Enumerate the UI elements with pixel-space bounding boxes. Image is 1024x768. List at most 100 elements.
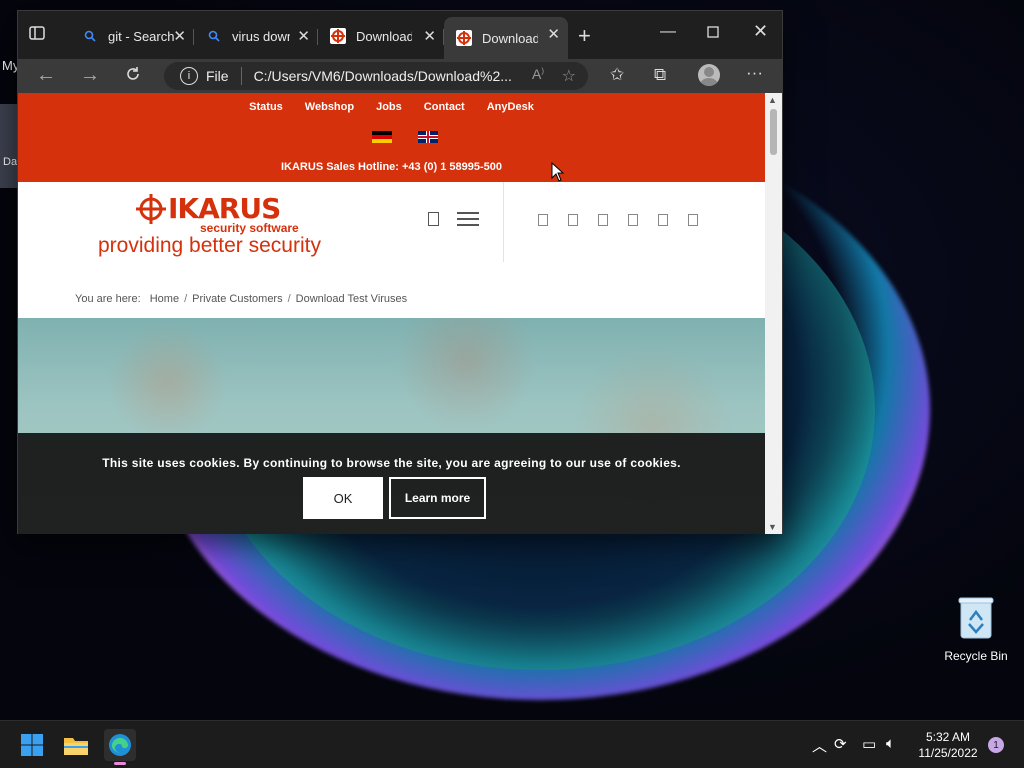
close-icon[interactable]: ✕ [423,27,436,45]
sales-hotline: IKARUS Sales Hotline: +43 (0) 1 58995-50… [280,161,502,173]
social-icon[interactable] [568,214,578,226]
clock-date: 11/25/2022 [918,746,978,760]
page-viewport: Status Webshop Jobs Contact AnyDesk IKAR… [18,93,765,534]
header-divider [503,182,504,262]
site-header: IKARUS security software providing bette… [18,182,765,262]
system-clock[interactable]: 5:32 AM 11/25/2022 [916,729,980,761]
desktop-icon-tile-label: Da [3,156,18,168]
nav-anydesk[interactable]: AnyDesk [487,101,534,113]
search-toggle-icon[interactable] [428,212,439,226]
network-icon[interactable]: ▭ [862,735,876,753]
social-icon[interactable] [658,214,668,226]
nav-contact[interactable]: Contact [424,101,465,113]
tab-virus-download[interactable]: virus download ✕ [194,19,318,53]
nav-jobs[interactable]: Jobs [376,101,402,113]
back-icon[interactable]: ← [36,64,56,87]
cookie-learn-more-button[interactable]: Learn more [389,477,486,519]
show-hidden-icons-icon[interactable]: ︿ [812,735,827,756]
minimize-icon[interactable]: — [660,23,676,41]
breadcrumb: You are here: Home / Private Customers / Dow… [75,293,408,305]
breadcrumb-label: You are here: [75,293,141,305]
info-icon[interactable]: i [180,67,198,85]
address-bar[interactable]: i File C:/Users/VM6/Downloads/Download%2… [164,62,588,90]
close-icon[interactable]: ✕ [547,25,560,43]
header-menu-icons [428,212,479,226]
tab-label: Download Test [356,28,412,44]
windows-logo-icon [21,734,43,756]
social-icon[interactable] [538,214,548,226]
cookie-message: This site uses cookies. By continuing to… [102,456,681,470]
address-scheme: File [206,68,229,84]
breadcrumb-home[interactable]: Home [150,293,179,305]
collections-icon[interactable]: ⧉ [654,65,666,85]
social-icons [538,214,698,226]
forward-icon[interactable]: → [80,64,100,87]
sync-status-icon[interactable]: ⟳ [834,735,847,753]
read-aloud-icon[interactable]: A) [532,66,544,82]
more-options-icon[interactable]: ··· [746,63,763,83]
new-tab-icon[interactable]: + [578,23,591,49]
file-explorer-button[interactable] [60,729,92,761]
nav-status[interactable]: Status [249,101,283,113]
ikarus-favicon-icon [330,28,346,44]
close-icon[interactable]: ✕ [173,27,186,45]
refresh-icon[interactable] [124,65,142,89]
edge-browser-button[interactable] [104,729,136,765]
cookie-ok-button[interactable]: OK [303,477,383,519]
hamburger-menu-icon[interactable] [457,212,479,226]
browser-window: git - Search ✕ virus download ✕ Download… [17,10,783,534]
scroll-thumb[interactable] [770,109,777,155]
recycle-bin-label: Recycle Bin [944,649,1008,663]
site-top-nav: Status Webshop Jobs Contact AnyDesk [18,101,765,113]
page-scrollbar[interactable]: ▲ ▼ [765,93,782,534]
crosshair-icon [136,193,166,224]
tab-actions-icon[interactable] [28,24,50,46]
language-flags [372,131,438,143]
tab-download-test-2[interactable]: Download Test ✕ [444,17,568,59]
maximize-icon[interactable] [707,25,719,43]
search-icon [82,28,98,44]
tab-label: Download Test [482,30,538,46]
folder-icon [64,738,88,755]
nav-webshop[interactable]: Webshop [305,101,354,113]
recycle-bin-icon [958,597,994,639]
close-icon[interactable]: ✕ [297,27,310,45]
uk-flag-icon[interactable] [418,131,438,143]
tagline: providing better security [98,234,321,257]
social-icon[interactable] [598,214,608,226]
address-url[interactable]: C:/Users/VM6/Downloads/Download%2... [254,68,514,84]
tab-download-test-1[interactable]: Download Test ✕ [318,19,444,53]
tab-bar: git - Search ✕ virus download ✕ Download… [18,11,782,59]
tab-label: git - Search [108,28,175,44]
desktop-icon-tile[interactable]: Da [0,104,18,188]
ikarus-logo[interactable]: IKARUS security software [136,192,299,235]
social-icon[interactable] [688,214,698,226]
cookie-banner: This site uses cookies. By continuing to… [18,433,765,534]
ikarus-favicon-icon [456,30,472,46]
social-icon[interactable] [628,214,638,226]
taskbar: ︿ ⟳ ▭ 🔈︎ 5:32 AM 11/25/2022 1 [0,720,1024,768]
close-window-icon[interactable]: ✕ [753,21,768,42]
tab-label: virus download [232,28,290,44]
volume-icon[interactable]: 🔈︎ [886,735,895,752]
breadcrumb-current: Download Test Viruses [295,293,408,305]
scroll-up-icon[interactable]: ▲ [768,95,777,105]
add-favorite-icon[interactable]: ☆ [562,66,576,86]
notification-badge[interactable]: 1 [988,737,1004,753]
nav-toolbar: ← → i File C:/Users/VM6/Downloads/Downlo… [18,59,782,93]
favorites-icon[interactable]: ✩ [610,65,624,85]
clock-time: 5:32 AM [925,730,971,744]
search-icon [206,28,222,44]
german-flag-icon[interactable] [372,131,392,143]
mouse-cursor-icon [551,162,565,182]
breadcrumb-private-customers[interactable]: Private Customers [192,293,282,305]
site-top-bar: Status Webshop Jobs Contact AnyDesk IKAR… [18,93,765,182]
scroll-down-icon[interactable]: ▼ [768,522,777,532]
recycle-bin[interactable]: Recycle Bin [940,596,1012,663]
address-divider [240,67,242,85]
tab-git-search[interactable]: git - Search ✕ [70,19,194,53]
edge-icon [109,734,131,756]
start-button[interactable] [16,729,48,761]
logo-subtitle: security software [200,221,299,235]
profile-avatar-icon[interactable] [698,64,720,86]
